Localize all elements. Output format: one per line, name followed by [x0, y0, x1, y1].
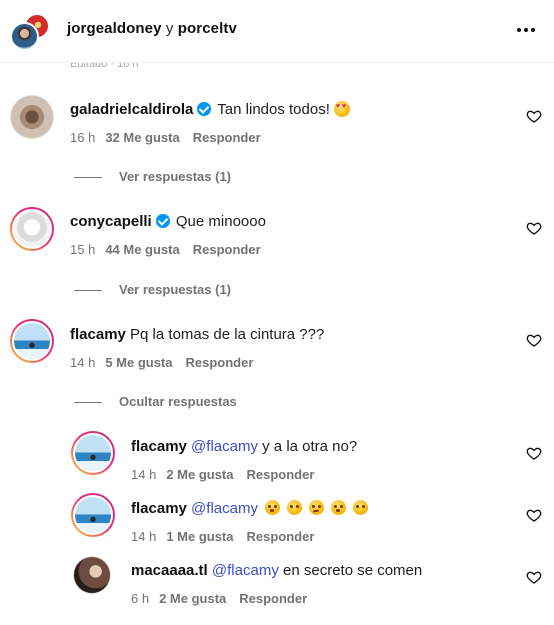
- comment-username[interactable]: flacamy: [70, 326, 126, 343]
- reply-time: 14 h: [131, 529, 157, 544]
- comment-username[interactable]: conycapelli: [70, 213, 152, 230]
- like-count[interactable]: 44 Me gusta: [105, 242, 179, 257]
- reply-time: 6 h: [131, 591, 150, 606]
- zany-emoji: [308, 500, 324, 515]
- reply-button[interactable]: Responder: [247, 467, 315, 482]
- heart-icon[interactable]: [526, 445, 542, 461]
- heart-icon[interactable]: [526, 332, 542, 348]
- comment-meta: 15 h 44 Me gusta Responder: [70, 242, 261, 257]
- reply-button[interactable]: Responder: [247, 529, 315, 544]
- comment-text: Que minoooo: [175, 213, 266, 230]
- avatar[interactable]: [73, 556, 111, 594]
- more-horizontal-icon[interactable]: [514, 18, 538, 42]
- reply-text: en secreto se comen: [283, 562, 423, 579]
- thread-line: [74, 177, 102, 179]
- avatar[interactable]: [71, 493, 115, 537]
- reply: macaaaa.tl @flacamy en secreto se comen: [131, 562, 422, 579]
- heart-icon[interactable]: [526, 220, 542, 236]
- comment: galadrielcaldirola Tan lindos todos!: [70, 101, 350, 118]
- comment-text: Pq la tomas de la cintura ???: [130, 326, 325, 343]
- avatar[interactable]: [10, 95, 54, 139]
- avatar[interactable]: [10, 319, 54, 363]
- wink-emoji: [352, 500, 368, 515]
- author-avatars[interactable]: [10, 13, 52, 51]
- comment-time: 16 h: [70, 130, 96, 145]
- thread-line: [74, 402, 102, 404]
- view-replies-label: Ver respuestas (1): [119, 282, 232, 297]
- reply-username[interactable]: flacamy: [131, 438, 187, 455]
- heart-icon[interactable]: [526, 507, 542, 523]
- hide-replies-label: Ocultar respuestas: [119, 394, 237, 409]
- heart-icon[interactable]: [526, 108, 542, 124]
- comment-username[interactable]: galadrielcaldirola: [70, 101, 193, 118]
- thread-line: [74, 290, 102, 292]
- reply-text: y a la otra no?: [262, 438, 358, 455]
- flushed-emoji: [264, 500, 280, 515]
- mention-link[interactable]: @flacamy: [191, 438, 258, 455]
- reply-button[interactable]: Responder: [239, 591, 307, 606]
- author-username[interactable]: jorgealdoney: [67, 20, 162, 37]
- reply-time: 14 h: [131, 467, 157, 482]
- reply-meta: 14 h 1 Me gusta Responder: [131, 529, 314, 544]
- reply-button[interactable]: Responder: [186, 355, 254, 370]
- comment: flacamy Pq la tomas de la cintura ???: [70, 326, 324, 343]
- reply: flacamy @flacamy: [131, 500, 368, 517]
- author-username[interactable]: porceltv: [178, 20, 237, 37]
- reply-username[interactable]: macaaaa.tl: [131, 562, 208, 579]
- comment-time: 14 h: [70, 355, 96, 370]
- flushed-emoji: [330, 500, 346, 515]
- reply-meta: 14 h 2 Me gusta Responder: [131, 467, 314, 482]
- verified-icon: [155, 214, 170, 228]
- comment: conycapelli Que minoooo: [70, 213, 266, 230]
- like-count[interactable]: 2 Me gusta: [166, 467, 233, 482]
- verified-icon: [197, 102, 212, 116]
- comment-time: 15 h: [70, 242, 96, 257]
- like-count[interactable]: 2 Me gusta: [159, 591, 226, 606]
- post-authors: jorgealdoney y porceltv: [67, 20, 237, 37]
- view-replies-button[interactable]: Ver respuestas (1): [74, 282, 231, 297]
- view-replies-label: Ver respuestas (1): [119, 169, 232, 184]
- comment-text: Tan lindos todos!: [217, 101, 330, 118]
- view-replies-button[interactable]: Ver respuestas (1): [74, 169, 231, 184]
- reply: flacamy @flacamy y a la otra no?: [131, 438, 357, 455]
- heart-icon[interactable]: [526, 569, 542, 585]
- like-count[interactable]: 5 Me gusta: [105, 355, 172, 370]
- hide-replies-button[interactable]: Ocultar respuestas: [74, 394, 237, 409]
- reply-button[interactable]: Responder: [193, 242, 261, 257]
- comment-meta: 16 h 32 Me gusta Responder: [70, 130, 261, 145]
- like-count[interactable]: 32 Me gusta: [105, 130, 179, 145]
- mention-link[interactable]: @flacamy: [191, 500, 258, 517]
- post-header: jorgealdoney y porceltv: [0, 0, 554, 63]
- mention-link[interactable]: @flacamy: [212, 562, 279, 579]
- wink-emoji: [286, 500, 302, 515]
- reply-button[interactable]: Responder: [193, 130, 261, 145]
- like-count[interactable]: 1 Me gusta: [166, 529, 233, 544]
- avatar[interactable]: [71, 431, 115, 475]
- heart-eyes-emoji: [333, 101, 350, 117]
- avatar[interactable]: [10, 207, 54, 251]
- comment-meta: 14 h 5 Me gusta Responder: [70, 355, 253, 370]
- avatar: [10, 22, 39, 51]
- author-connector: y: [165, 20, 174, 37]
- reply-username[interactable]: flacamy: [131, 500, 187, 517]
- reply-meta: 6 h 2 Me gusta Responder: [131, 591, 307, 606]
